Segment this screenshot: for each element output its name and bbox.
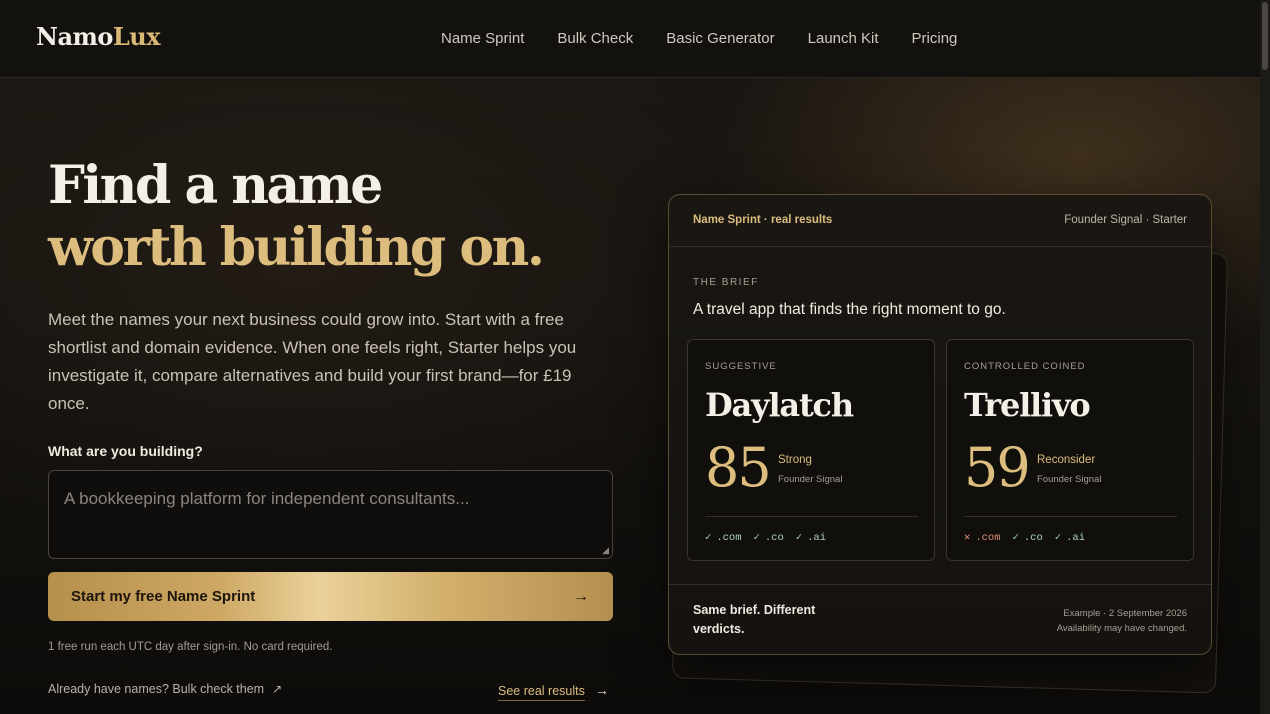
scrollbar-thumb[interactable]	[1262, 2, 1268, 70]
brief-field-label: What are you building?	[48, 443, 203, 459]
see-real-results-label: See real results	[498, 684, 585, 701]
domain-status: ✓ .ai	[796, 531, 826, 544]
logo-text-accent: Lux	[112, 22, 161, 51]
card-footer-headline: Same brief. Different verdicts.	[693, 603, 816, 636]
logo-text-primary: Namo	[36, 22, 113, 51]
verdict-label: Reconsider	[1037, 454, 1096, 466]
domain-tld: .ai	[1066, 532, 1086, 544]
hero-intro: Meet the names your next business could …	[48, 310, 577, 413]
hero-title-line1: Find a name	[48, 155, 383, 216]
see-real-results-link[interactable]: See real results →	[498, 682, 609, 701]
arrow-right-icon: →	[594, 682, 609, 698]
brief-input[interactable]	[49, 471, 612, 558]
external-arrow-icon: ↗	[272, 682, 283, 696]
domain-status: ✓ .co	[1013, 531, 1043, 544]
card-header: Name Sprint · real results Founder Signa…	[669, 195, 1211, 247]
domain-list: ✕ .com ✓ .co ✓ .ai	[964, 531, 1085, 544]
card-header-meta: Founder Signal · Starter	[1064, 214, 1187, 226]
domain-status: ✓ .com	[705, 531, 742, 544]
fine-print: 1 free run each UTC day after sign-in. N…	[48, 641, 333, 653]
score-caption: Founder Signal	[778, 474, 843, 485]
founder-signal-score: 85	[705, 436, 772, 499]
hero-title-line2: worth building on.	[48, 217, 545, 278]
domain-tld: .ai	[807, 532, 827, 544]
site-header: NamoLux Name Sprint Bulk Check Basic Gen…	[0, 0, 1260, 78]
check-icon: ✓	[1012, 532, 1019, 544]
nav-link-launch-kit[interactable]: Launch Kit	[808, 30, 879, 47]
nav-link-bulk-check[interactable]: Bulk Check	[557, 30, 633, 47]
name-result-card: CONTROLLED COINED Trellivo 59 Reconsider…	[946, 339, 1194, 561]
nav-link-basic-generator[interactable]: Basic Generator	[666, 30, 774, 47]
divider	[705, 516, 918, 517]
logo[interactable]: NamoLux	[36, 22, 161, 51]
name-category: SUGGESTIVE	[705, 361, 777, 372]
arrow-right-icon: →	[573, 587, 589, 605]
cross-icon: ✕	[964, 532, 971, 544]
card-footer-note: Example · 2 September 2026 Availability …	[1057, 606, 1187, 636]
results-example-card: Name Sprint · real results Founder Signa…	[668, 194, 1212, 655]
domain-list: ✓ .com ✓ .co ✓ .ai	[705, 531, 826, 544]
check-icon: ✓	[753, 532, 760, 544]
bulk-check-link[interactable]: Already have names? Bulk check them ↗	[48, 682, 282, 696]
check-icon: ✓	[795, 532, 803, 544]
verdict-label: Strong	[778, 454, 812, 466]
name-candidate: Daylatch	[705, 386, 854, 424]
nav-link-name-sprint[interactable]: Name Sprint	[441, 30, 524, 47]
hero-section: Find a name worth building on. Meet the …	[0, 78, 1260, 714]
check-icon: ✓	[705, 532, 712, 544]
page-scrollbar[interactable]	[1260, 0, 1270, 714]
check-icon: ✓	[1054, 532, 1062, 544]
domain-tld: .com	[716, 532, 742, 544]
domain-tld: .co	[1023, 532, 1043, 544]
founder-signal-score: 59	[964, 436, 1031, 499]
domain-status: ✕ .com	[964, 531, 1001, 544]
domain-tld: .co	[764, 532, 784, 544]
cta-label: Start my free Name Sprint	[71, 588, 256, 605]
start-name-sprint-button[interactable]: Start my free Name Sprint →	[48, 572, 613, 621]
name-candidate: Trellivo	[964, 386, 1091, 424]
nav-link-pricing[interactable]: Pricing	[912, 30, 958, 47]
example-date: Example · 2 September 2026	[1063, 608, 1187, 619]
availability-disclaimer: Availability may have changed.	[1056, 623, 1187, 634]
main-nav: Name Sprint Bulk Check Basic Generator L…	[441, 30, 990, 47]
name-category: CONTROLLED COINED	[964, 361, 1086, 372]
domain-status: ✓ .ai	[1055, 531, 1085, 544]
score-caption: Founder Signal	[1037, 474, 1102, 485]
brief-input-wrapper: ◢	[48, 470, 613, 559]
card-footer: Same brief. Different verdicts. Example …	[669, 584, 1211, 656]
divider	[964, 516, 1177, 517]
resize-grip-icon[interactable]: ◢	[602, 546, 609, 555]
domain-tld: .com	[975, 532, 1001, 544]
brief-text: A travel app that finds the right moment…	[693, 301, 1006, 318]
name-result-card: SUGGESTIVE Daylatch 85 Strong Founder Si…	[687, 339, 935, 561]
brief-kicker: THE BRIEF	[693, 277, 759, 288]
bulk-check-link-label: Already have names? Bulk check them	[48, 682, 265, 696]
domain-status: ✓ .co	[754, 531, 784, 544]
card-header-title: Name Sprint · real results	[693, 214, 833, 226]
